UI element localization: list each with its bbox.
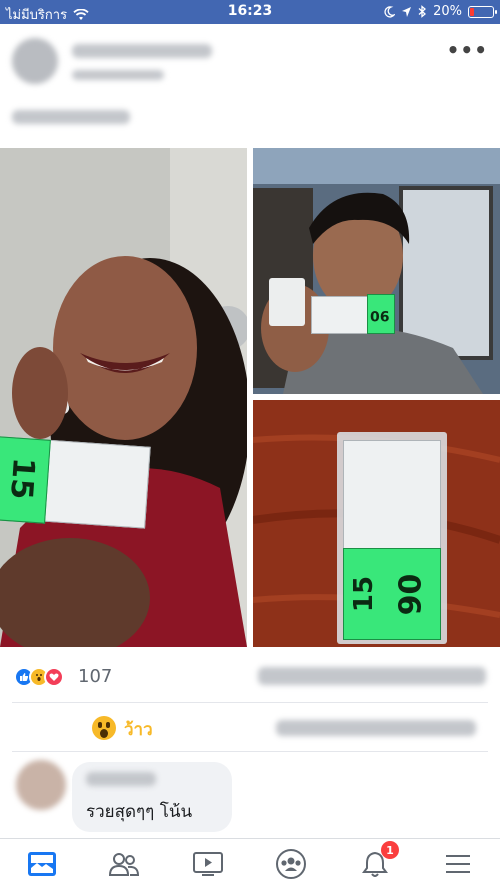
divider-2 bbox=[12, 751, 488, 752]
bluetooth-icon bbox=[418, 5, 427, 18]
wow-label[interactable]: ว้าว bbox=[124, 716, 153, 743]
watch-icon bbox=[193, 852, 223, 876]
watch-tab[interactable] bbox=[190, 847, 226, 881]
location-arrow-icon bbox=[402, 6, 412, 17]
hamburger-menu-icon bbox=[446, 855, 470, 873]
reaction-icons bbox=[14, 667, 64, 687]
friends-tab[interactable] bbox=[106, 847, 142, 881]
wow-face-icon bbox=[92, 716, 116, 740]
notifications-tab[interactable]: 1 bbox=[357, 841, 399, 881]
author-avatar[interactable] bbox=[12, 38, 58, 84]
ticket-br-right-number: 90 bbox=[393, 573, 429, 616]
comments-count-blurred[interactable] bbox=[258, 667, 486, 685]
groups-tab[interactable] bbox=[273, 847, 309, 881]
photo-man-with-ticket[interactable]: 90 bbox=[253, 148, 500, 394]
commenter-name-blurred[interactable] bbox=[86, 772, 156, 786]
reactions-row[interactable]: 107 bbox=[0, 655, 500, 699]
love-icon bbox=[44, 667, 64, 687]
status-right-group: 20% bbox=[384, 4, 497, 19]
ticket-left-green: 15 bbox=[0, 436, 51, 524]
divider-1 bbox=[12, 702, 488, 703]
battery-percent: 20% bbox=[433, 4, 462, 19]
reaction-count[interactable]: 107 bbox=[78, 666, 112, 687]
ticket-tr-number: 90 bbox=[370, 307, 390, 323]
post-more-button[interactable]: ••• bbox=[447, 38, 488, 62]
photo-ticket-on-table[interactable]: 15 90 bbox=[253, 400, 500, 647]
battery-icon bbox=[468, 5, 497, 18]
status-bar: ไม่มีบริการ 16:23 20% bbox=[0, 0, 500, 24]
comment-action-blurred[interactable] bbox=[276, 720, 476, 736]
photo-woman-illustration bbox=[0, 148, 247, 647]
menu-tab[interactable] bbox=[440, 847, 476, 881]
groups-icon bbox=[276, 849, 306, 879]
wow-action-row[interactable]: ว้าว bbox=[0, 704, 500, 750]
notification-badge: 1 bbox=[381, 841, 399, 859]
post-caption-blurred bbox=[12, 110, 130, 124]
news-feed-icon bbox=[28, 852, 56, 876]
ticket-br-white bbox=[343, 440, 441, 550]
ticket-tr-green: 90 bbox=[367, 294, 395, 334]
moon-icon bbox=[384, 5, 396, 18]
ticket-left-white bbox=[37, 439, 151, 529]
battery-fill bbox=[470, 7, 474, 16]
post-header: ••• bbox=[0, 24, 500, 148]
commenter-avatar[interactable] bbox=[16, 760, 66, 810]
friends-icon bbox=[108, 853, 140, 876]
author-name-blurred[interactable] bbox=[72, 44, 212, 58]
news-feed-tab[interactable] bbox=[24, 847, 60, 881]
ticket-left-number: 15 bbox=[3, 456, 41, 501]
post-meta-blurred bbox=[72, 70, 164, 80]
bottom-tab-bar: 1 bbox=[0, 838, 500, 889]
comment-bubble[interactable]: รวยสุดๆๆ โน้น bbox=[72, 762, 232, 832]
ticket-br-left-number: 15 bbox=[349, 575, 380, 613]
comment-text: รวยสุดๆๆ โน้น bbox=[86, 802, 193, 822]
ticket-br-green: 15 90 bbox=[343, 548, 441, 640]
photo-man-illustration bbox=[253, 148, 500, 394]
photo-woman-with-ticket[interactable]: 15 bbox=[0, 148, 247, 647]
